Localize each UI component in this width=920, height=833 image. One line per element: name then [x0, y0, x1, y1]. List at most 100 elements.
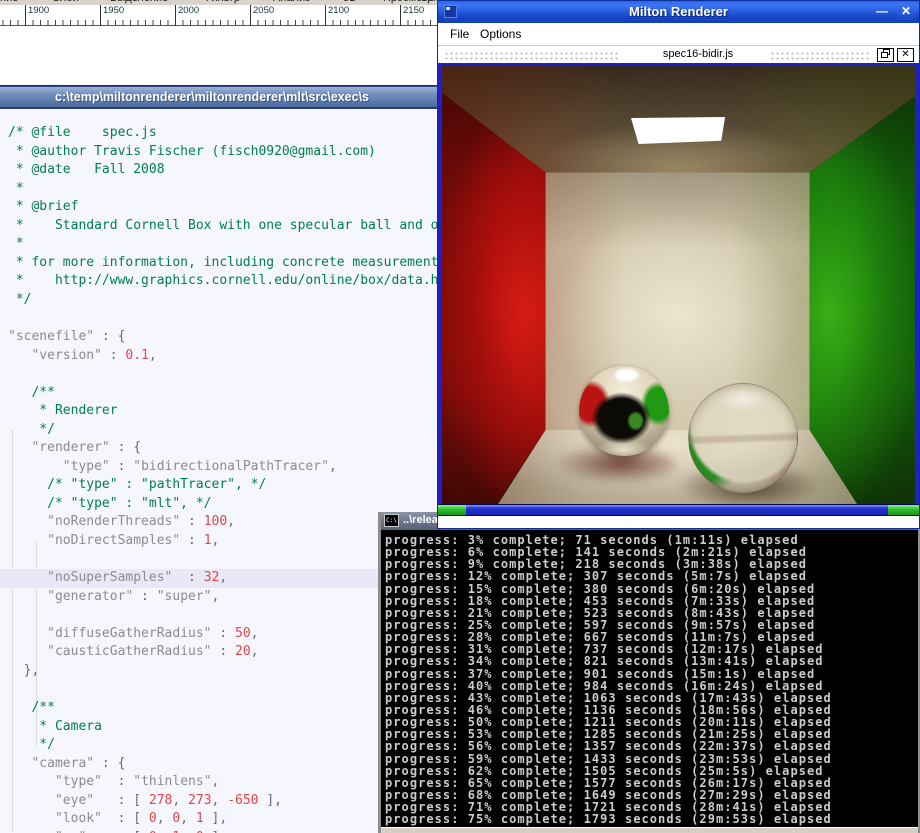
editor-window: c:\temp\miltonrenderer\miltonrenderer\ml…: [0, 85, 437, 833]
console-line: progress: 12% complete; 307 seconds (5m:…: [385, 569, 832, 581]
console-bottom-edge: [381, 827, 918, 833]
code-line: *: [8, 180, 437, 199]
console-title: ..\relea: [403, 514, 438, 526]
progress-segment-blue: [466, 505, 888, 515]
console-line: progress: 3% complete; 71 seconds (1m:11…: [385, 533, 832, 545]
milton-menubar: File Options: [438, 23, 919, 46]
code-line: * for more information, including concre…: [8, 254, 437, 273]
console-line: progress: 56% complete; 1357 seconds (22…: [385, 739, 832, 751]
vignette: [442, 65, 915, 515]
code-line: "up" : [ 0, 1, 0 ],: [8, 829, 437, 833]
console-window: C:\ ..\relea progress: 3% complete; 71 s…: [378, 512, 920, 833]
code-line: },: [8, 662, 437, 681]
cornell-box-render: [442, 65, 915, 515]
ruler-label: 1950: [103, 5, 124, 16]
code-line: "noDirectSamples" : 1,: [8, 532, 437, 551]
code-line: [8, 551, 437, 570]
console-line: progress: 40% complete; 984 seconds (16m…: [385, 679, 832, 691]
code-line: */: [8, 736, 437, 755]
code-line: /* "type" : "pathTracer", */: [8, 476, 437, 495]
code-area[interactable]: /* @file spec.js * @author Travis Fische…: [8, 124, 437, 833]
code-line: *: [8, 235, 437, 254]
code-line: "look" : [ 0, 0, 1 ],: [8, 810, 437, 829]
code-line: /**: [8, 384, 437, 403]
cmd-icon: C:\: [384, 514, 399, 527]
console-line: progress: 6% complete; 141 seconds (2m:2…: [385, 545, 832, 557]
background-menu-item[interactable]: Слой: [52, 0, 79, 4]
background-menu-item[interactable]: Анализ: [273, 0, 310, 4]
console-line: progress: 59% complete; 1433 seconds (23…: [385, 752, 832, 764]
console-line: progress: 43% complete; 1063 seconds (17…: [385, 691, 832, 703]
code-line: "diffuseGatherRadius" : 50,: [8, 625, 437, 644]
code-line: [8, 309, 437, 328]
code-line: [8, 606, 437, 625]
code-line: "noSuperSamples" : 32,: [0, 569, 437, 588]
console-line: progress: 15% complete; 380 seconds (6m:…: [385, 582, 832, 594]
console-line: progress: 75% complete; 1793 seconds (29…: [385, 812, 832, 824]
code-line: */: [8, 291, 437, 310]
console-body[interactable]: progress: 3% complete; 71 seconds (1m:11…: [381, 530, 918, 828]
console-line: progress: 62% complete; 1505 seconds (25…: [385, 764, 832, 776]
console-line: progress: 9% complete; 218 seconds (3m:3…: [385, 557, 832, 569]
tab-close-icon[interactable]: ✕: [897, 48, 914, 62]
milton-titlebar[interactable]: Milton Renderer — ✕: [438, 1, 919, 23]
milton-window: Milton Renderer — ✕ File Options spec16-b…: [437, 0, 920, 529]
code-line: * @brief: [8, 198, 437, 217]
code-line: "eye" : [ 278, 273, -650 ],: [8, 792, 437, 811]
ruler-label: 2150: [403, 5, 424, 16]
code-line: "noRenderThreads" : 100,: [8, 513, 437, 532]
code-line: "camera" : {: [8, 755, 437, 774]
progress-segment-green: [438, 505, 466, 515]
code-line: */: [8, 421, 437, 440]
background-menu-item[interactable]: Фильтр: [203, 0, 240, 4]
console-line: progress: 53% complete; 1285 seconds (21…: [385, 727, 832, 739]
code-line: /* @file spec.js: [8, 124, 437, 143]
code-line: /* "type" : "mlt", */: [8, 495, 437, 514]
minimize-button[interactable]: —: [873, 3, 891, 20]
background-menu-item[interactable]: ние: [0, 0, 18, 4]
background-menu-item[interactable]: 3D: [343, 0, 357, 4]
console-line: progress: 46% complete; 1136 seconds (18…: [385, 703, 832, 715]
editor-titlebar[interactable]: c:\temp\miltonrenderer\miltonrenderer\ml…: [0, 86, 437, 109]
console-line: progress: 34% complete; 821 seconds (13m…: [385, 654, 832, 666]
console-line: progress: 37% complete; 901 seconds (15m…: [385, 667, 832, 679]
console-line: progress: 18% complete; 453 seconds (7m:…: [385, 594, 832, 606]
code-line: "renderer" : {: [8, 439, 437, 458]
console-line: progress: 50% complete; 1211 seconds (20…: [385, 715, 832, 727]
menu-item-options[interactable]: Options: [480, 27, 521, 41]
tab-spec16-bidir[interactable]: spec16-bidir.js: [588, 48, 808, 60]
code-line: "type" : "bidirectionalPathTracer",: [8, 458, 437, 477]
background-menu-item[interactable]: Выделение: [110, 0, 168, 4]
render-frame: [438, 63, 919, 516]
menu-item-file[interactable]: File: [450, 27, 469, 41]
console-lines: progress: 3% complete; 71 seconds (1m:11…: [385, 533, 832, 824]
code-line: "version" : 0.1,: [8, 347, 437, 366]
milton-tabbar: spec16-bidir.js ✕: [438, 46, 919, 64]
console-line: progress: 71% complete; 1721 seconds (28…: [385, 800, 832, 812]
progress-segment-green: [888, 505, 919, 515]
ruler-label: 2000: [178, 5, 199, 16]
ruler-label: 2100: [328, 5, 349, 16]
restore-icon[interactable]: [877, 48, 894, 62]
code-line: * http://www.graphics.cornell.edu/online…: [8, 272, 437, 291]
code-line: "generator" : "super",: [8, 588, 437, 607]
code-line: "scenefile" : {: [8, 328, 437, 347]
code-line: "causticGatherRadius" : 20,: [8, 643, 437, 662]
code-line: /**: [8, 699, 437, 718]
code-line: * Renderer: [8, 402, 437, 421]
desktop: ниеСлойВыделениеФильтрАнализ3DПросмотрОк…: [0, 0, 920, 833]
ruler-label: 2050: [253, 5, 274, 16]
code-line: * @date Fall 2008: [8, 161, 437, 180]
ruler-label: 1900: [28, 5, 49, 16]
console-line: progress: 28% complete; 667 seconds (11m…: [385, 630, 832, 642]
editor-title: c:\temp\miltonrenderer\miltonrenderer\ml…: [55, 90, 437, 104]
code-line: * Camera: [8, 718, 437, 737]
code-line: * Standard Cornell Box with one specular…: [8, 217, 437, 236]
render-progress-bar: [438, 504, 919, 516]
milton-title: Milton Renderer: [438, 4, 919, 19]
close-button[interactable]: ✕: [897, 3, 915, 20]
code-line: "type" : "thinlens",: [8, 773, 437, 792]
console-line: progress: 31% complete; 737 seconds (12m…: [385, 642, 832, 654]
console-line: progress: 21% complete; 523 seconds (8m:…: [385, 606, 832, 618]
code-line: [8, 365, 437, 384]
